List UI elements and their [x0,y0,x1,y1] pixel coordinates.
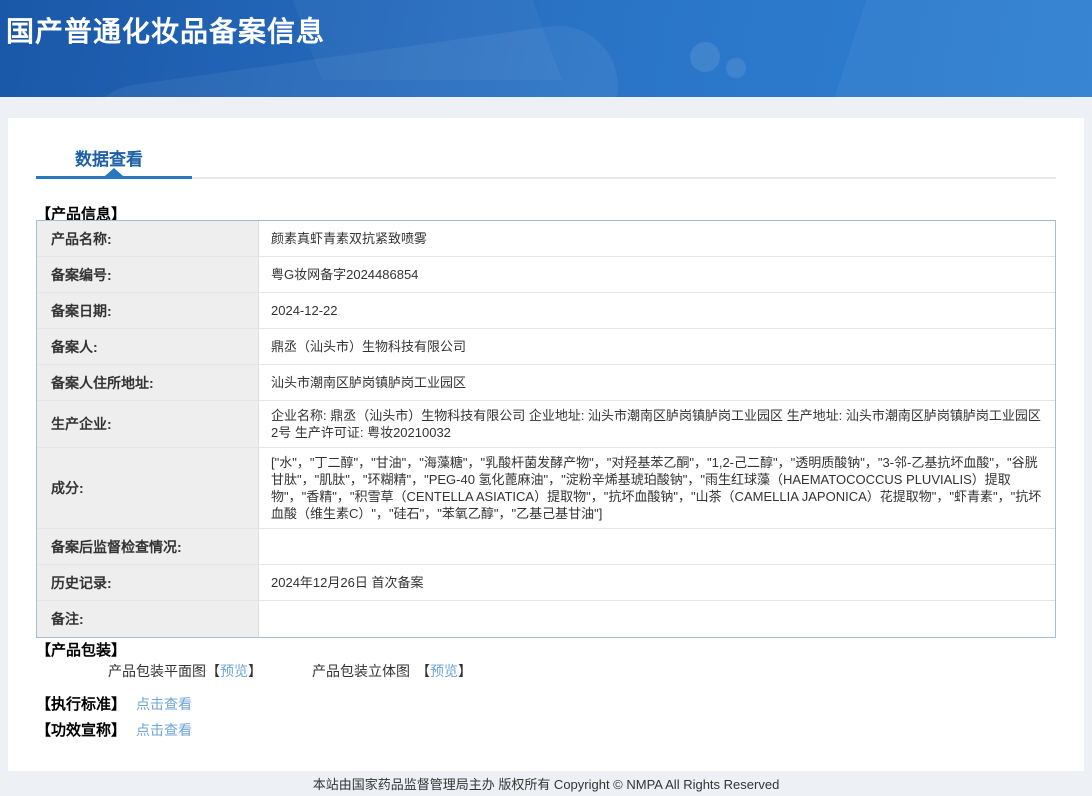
header-decor-circle [690,42,720,72]
row-value: 粤G妆网备字2024486854 [271,267,419,282]
row-label: 成分: [37,448,259,528]
table-row: 备案人住所地址: 汕头市潮南区胪岗镇胪岗工业园区 [37,365,1055,401]
table-row: 备案编号: 粤G妆网备字2024486854 [37,257,1055,293]
row-label: 备案编号: [37,257,259,292]
page-footer: 本站由国家药品监督管理局主办 版权所有 Copyright © NMPA All… [0,771,1092,796]
row-value: 2024-12-22 [271,303,338,318]
row-label: 备案人: [37,329,259,364]
table-row: 历史记录: 2024年12月26日 首次备案 [37,565,1055,601]
bracket-open: 【 [206,663,220,679]
row-label: 产品名称: [37,221,259,256]
header-decor-circle [726,58,746,78]
section-efficacy: 【功效宣称】 [36,722,127,739]
table-row: 备案后监督检查情况: [37,529,1055,565]
row-value: 汕头市潮南区胪岗镇胪岗工业园区 [271,375,467,390]
efficacy-view-link[interactable]: 点击查看 [136,720,192,740]
row-value [259,529,1055,564]
table-row: 备案人: 鼎丞（汕头市）生物科技有限公司 [37,329,1055,365]
row-value: 企业名称: 鼎丞（汕头市）生物科技有限公司 企业地址: 汕头市潮南区胪岗镇胪岗工… [271,408,1041,440]
product-info-table: 产品名称: 颜素真虾青素双抗紧致喷雾 备案编号: 粤G妆网备字202448685… [36,220,1056,638]
row-value [259,601,1055,637]
bracket-close: 】 [248,663,262,679]
table-row: 备案日期: 2024-12-22 [37,293,1055,329]
page: { "header": { "title": "国产普通化妆品备案信息" }, … [0,0,1092,796]
table-row: 成分: ["水"，"丁二醇"，"甘油"，"海藻糖"，"乳酸杆菌发酵产物"，"对羟… [37,448,1055,529]
content-card: 数据查看 【产品信息】 产品名称: 颜素真虾青素双抗紧致喷雾 备案编号: 粤G妆… [8,118,1084,771]
tab-active-underline [36,176,192,179]
tab-divider-line [192,177,1056,179]
row-label: 备注: [37,601,259,637]
preview-flat-link[interactable]: 预览 [220,661,248,681]
row-value: 鼎丞（汕头市）生物科技有限公司 [271,339,467,354]
packaging-row: 产品包装平面图 【预览】 产品包装立体图 【预览】 [108,661,472,681]
section-standard: 【执行标准】 [36,696,127,713]
footer-copyright-text: 本站由国家药品监督管理局主办 版权所有 Copyright © NMPA All… [312,777,780,792]
row-value: 2024年12月26日 首次备案 [271,575,424,590]
preview-stereo-link[interactable]: 预览 [430,661,458,681]
table-row: 生产企业: 企业名称: 鼎丞（汕头市）生物科技有限公司 企业地址: 汕头市潮南区… [37,401,1055,448]
tab-data-view[interactable]: 数据查看 [75,145,143,170]
bracket-close: 】 [458,663,472,679]
packaging-stereo-label: 产品包装立体图 [312,663,410,679]
efficacy-row: 【功效宣称】 点击查看 [36,719,192,740]
row-label: 备案人住所地址: [37,365,259,400]
row-value: ["水"，"丁二醇"，"甘油"，"海藻糖"，"乳酸杆菌发酵产物"，"对羟基苯乙酮… [271,455,1042,521]
bracket-open: 【 [416,663,430,679]
page-title: 国产普通化妆品备案信息 [6,16,326,47]
standard-row: 【执行标准】 点击查看 [36,693,192,714]
tab-active-triangle-icon [105,168,123,176]
table-row: 备注: [37,601,1055,637]
standard-view-link[interactable]: 点击查看 [136,694,192,714]
header-decor-shape [824,0,1092,97]
page-header: 国产普通化妆品备案信息 [0,0,1092,97]
row-label: 备案后监督检查情况: [37,529,259,564]
row-value: 颜素真虾青素双抗紧致喷雾 [271,231,428,246]
row-label: 历史记录: [37,565,259,600]
row-label: 生产企业: [37,401,259,447]
table-row: 产品名称: 颜素真虾青素双抗紧致喷雾 [37,221,1055,257]
packaging-flat-label: 产品包装平面图 [108,663,206,679]
section-packaging: 【产品包装】 [36,642,127,659]
row-label: 备案日期: [37,293,259,328]
